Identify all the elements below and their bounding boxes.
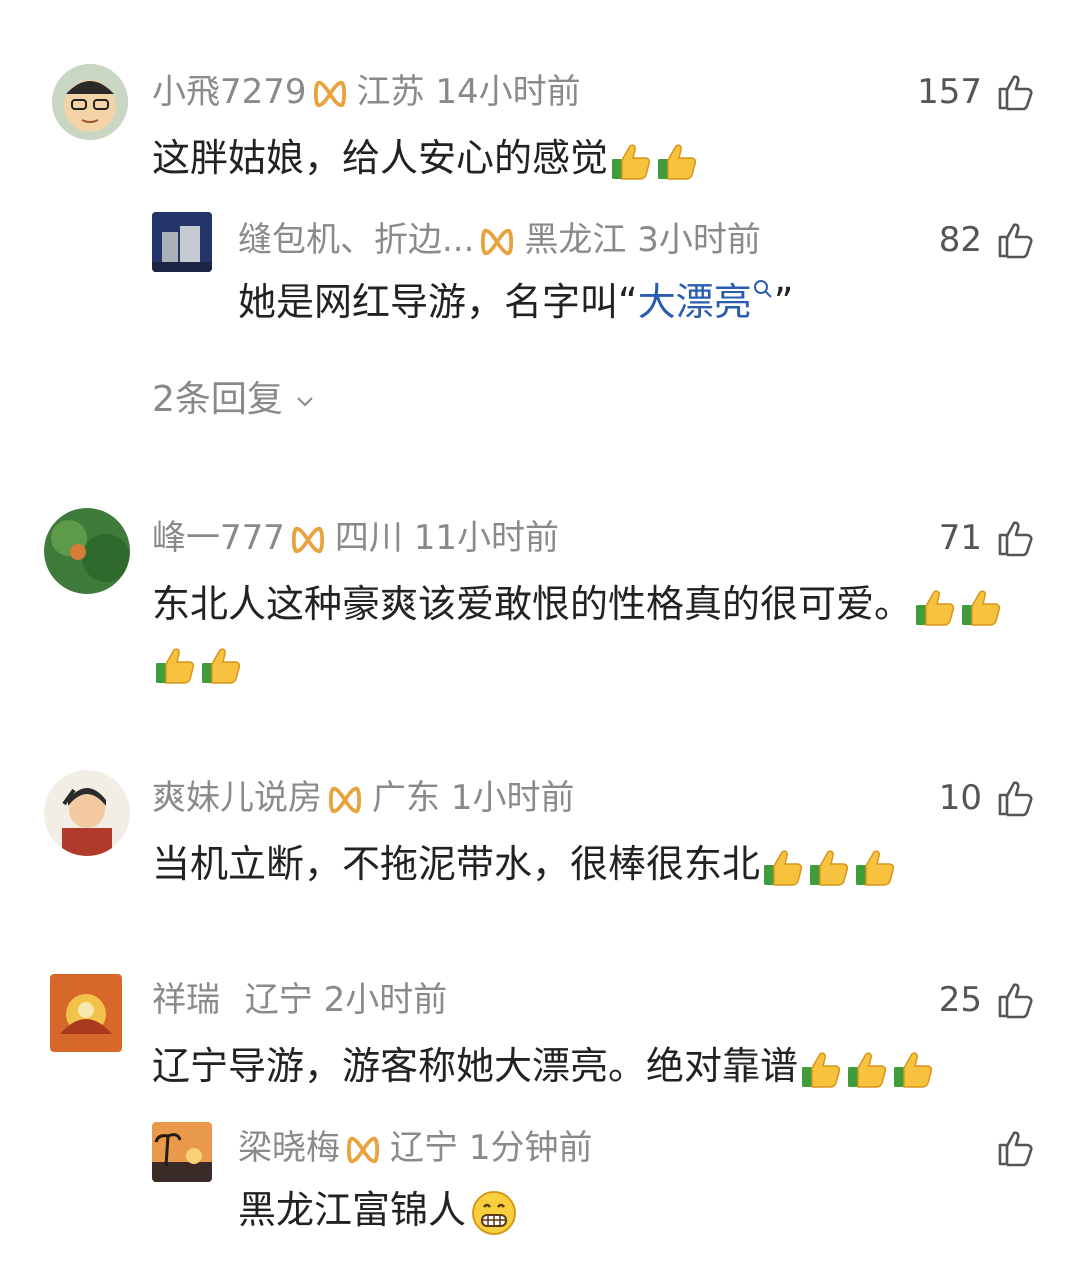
- thumbs-up-emoji-icon: [800, 1047, 844, 1091]
- thumbs-up-emoji-icon: [914, 585, 958, 629]
- reply-text: 她是网红导游，名字叫“大漂亮 ”: [238, 272, 793, 332]
- like-count: 71: [938, 518, 982, 558]
- cartoon-face-icon: [52, 64, 128, 140]
- username[interactable]: 峰一777: [152, 518, 285, 558]
- gold-badge-icon: [346, 1133, 380, 1167]
- chevron-down-icon: [297, 397, 314, 407]
- reply-meta: 缝包机、折边... 黑龙江 3小时前: [238, 220, 761, 260]
- comment-body: 这胖姑娘，给人安心的感觉: [152, 136, 609, 180]
- thumbs-up-emoji-icon: [854, 845, 898, 889]
- username[interactable]: 祥瑞: [152, 980, 220, 1020]
- reply-body: 她是网红导游，名字叫“: [238, 280, 638, 324]
- location: 广东: [372, 778, 440, 818]
- like-button[interactable]: 71: [939, 518, 1036, 558]
- comment-body: 当机立断，不拖泥带水，很棒很东北: [152, 842, 761, 886]
- username[interactable]: 缝包机、折边...: [238, 220, 474, 260]
- like-button[interactable]: 10: [939, 778, 1036, 818]
- thumbs-up-outline-icon: [996, 72, 1036, 112]
- timestamp: 1小时前: [450, 778, 575, 818]
- comment-text-emoji-line: [152, 632, 244, 692]
- comment-text: 东北人这种豪爽该爱敢恨的性格真的很可爱。: [152, 574, 1004, 634]
- avatar[interactable]: [52, 64, 128, 140]
- location: 辽宁: [244, 980, 313, 1020]
- username[interactable]: 爽妹儿说房: [152, 778, 322, 818]
- comment-meta: 祥瑞 辽宁 2小时前: [152, 980, 447, 1020]
- thumbs-up-emoji-icon: [892, 1047, 936, 1091]
- avatar[interactable]: [44, 508, 130, 594]
- gold-badge-icon: [291, 523, 325, 557]
- comment-text: 辽宁导游，游客称她大漂亮。绝对靠谱: [152, 1036, 936, 1096]
- gold-badge-icon: [313, 77, 347, 111]
- avatar[interactable]: [50, 974, 122, 1052]
- location: 四川: [334, 518, 403, 558]
- location: 黑龙江: [524, 220, 627, 260]
- thumbs-up-outline-icon: [996, 220, 1036, 260]
- location: 江苏: [356, 72, 425, 112]
- comment-text: 这胖姑娘，给人安心的感觉: [152, 128, 700, 188]
- reply-meta: 梁晓梅 辽宁 1分钟前: [238, 1128, 592, 1168]
- gold-badge-icon: [480, 225, 514, 259]
- like-button[interactable]: 82: [939, 220, 1036, 260]
- grin-emoji-icon: [472, 1190, 517, 1235]
- timestamp: 14小时前: [435, 72, 581, 112]
- city-photo-icon: [152, 212, 212, 272]
- more-replies-button[interactable]: 2条回复: [152, 370, 316, 422]
- like-count: 10: [938, 778, 982, 818]
- thumbs-up-emoji-icon: [960, 585, 1004, 629]
- comment-text: 当机立断，不拖泥带水，很棒很东北: [152, 834, 898, 894]
- like-button[interactable]: 25: [939, 980, 1036, 1020]
- thumbs-up-emoji-icon: [200, 643, 244, 687]
- comment-meta: 小飛7279 江苏 14小时前: [152, 72, 581, 112]
- timestamp: 3小时前: [637, 220, 761, 260]
- like-count: 25: [938, 980, 982, 1020]
- username[interactable]: 小飛7279: [152, 72, 307, 112]
- like-button[interactable]: [996, 1128, 1036, 1168]
- reply-body: 黑龙江富锦人: [238, 1188, 467, 1232]
- location: 辽宁: [390, 1128, 458, 1168]
- more-replies-label: 2条回复: [152, 379, 283, 420]
- timestamp: 1分钟前: [468, 1128, 593, 1168]
- thumbs-up-outline-icon: [996, 778, 1036, 818]
- thumbs-up-outline-icon: [996, 1128, 1036, 1168]
- avatar[interactable]: [44, 770, 130, 856]
- thumbs-up-emoji-icon: [846, 1047, 890, 1091]
- reply-avatar[interactable]: [152, 1122, 212, 1182]
- thumbs-up-outline-icon: [996, 518, 1036, 558]
- comment-body: 东北人这种豪爽该爱敢恨的性格真的很可爱。: [152, 582, 913, 626]
- thumbs-up-emoji-icon: [762, 845, 806, 889]
- nature-photo-icon: [44, 508, 130, 594]
- like-button[interactable]: 157: [917, 72, 1036, 112]
- timestamp: 2小时前: [323, 980, 448, 1020]
- thumbs-up-emoji-icon: [656, 139, 700, 183]
- reply-body-end: ”: [773, 280, 794, 324]
- cartoon-girl-icon: [44, 770, 130, 856]
- thumbs-up-emoji-icon: [154, 643, 198, 687]
- thumbs-up-emoji-icon: [610, 139, 654, 183]
- username[interactable]: 梁晓梅: [238, 1128, 340, 1168]
- gold-badge-icon: [328, 783, 362, 817]
- like-count: 157: [917, 72, 982, 112]
- search-icon: [753, 280, 772, 298]
- like-count: 82: [938, 220, 982, 260]
- comment-meta: 爽妹儿说房 广东 1小时前: [152, 778, 574, 818]
- comment-body: 辽宁导游，游客称她大漂亮。绝对靠谱: [152, 1044, 799, 1088]
- search-link[interactable]: 大漂亮: [638, 280, 752, 324]
- sunset-photo-icon: [152, 1122, 212, 1182]
- thumbs-up-emoji-icon: [808, 845, 852, 889]
- comment-meta: 峰一777 四川 11小时前: [152, 518, 559, 558]
- thumbs-up-outline-icon: [996, 980, 1036, 1020]
- timestamp: 11小时前: [413, 518, 559, 558]
- painting-icon: [50, 974, 122, 1052]
- reply-text: 黑龙江富锦人: [238, 1180, 518, 1240]
- reply-avatar[interactable]: [152, 212, 212, 272]
